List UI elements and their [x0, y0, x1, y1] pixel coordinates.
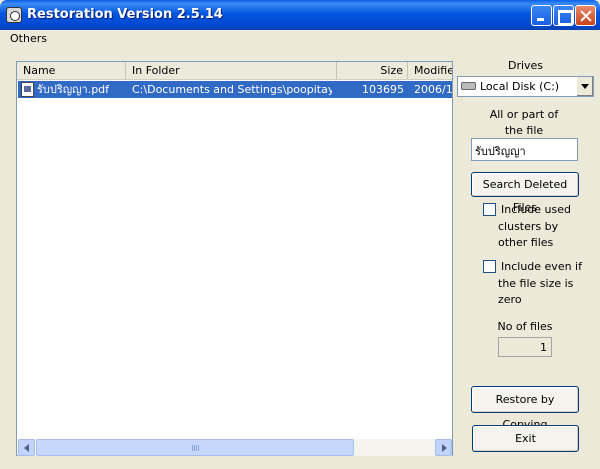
row-size: 103695 — [362, 83, 404, 96]
include-zero-size-label-2: the file size is — [498, 277, 574, 290]
drives-selected-value: Local Disk (C:) — [480, 80, 560, 93]
table-row[interactable]: รับปริญญา.pdf C:\Documents and Settings\… — [18, 81, 452, 98]
deleted-files-list[interactable]: Name In Folder Size Modified รับปริญญา.p… — [16, 61, 453, 456]
title-bar[interactable]: Restoration Version 2.5.14 — [0, 0, 600, 30]
file-count-value: 1 — [498, 337, 552, 357]
search-label-line1: All or part of — [489, 108, 559, 121]
include-used-clusters-checkbox[interactable] — [483, 203, 496, 216]
hard-drive-icon — [461, 82, 476, 90]
include-zero-size-checkbox[interactable] — [483, 260, 496, 273]
column-header-modified[interactable]: Modified — [408, 62, 452, 79]
drives-select[interactable]: Local Disk (C:) — [457, 76, 594, 97]
row-folder: C:\Documents and Settings\poopitaya\... — [132, 83, 332, 96]
include-used-clusters-label-1: Include used — [501, 203, 571, 216]
column-header-size[interactable]: Size — [337, 62, 408, 79]
maximize-button[interactable] — [553, 5, 574, 26]
pdf-file-icon — [21, 82, 34, 97]
search-label-line2: the file — [504, 124, 544, 137]
column-header-folder[interactable]: In Folder — [126, 62, 337, 79]
row-name: รับปริญญา.pdf — [37, 83, 110, 96]
exit-button[interactable]: Exit — [472, 425, 579, 452]
include-zero-size-label-3: zero — [498, 293, 522, 306]
menu-bar: Others — [0, 30, 600, 48]
include-zero-size-label-1: Include even if — [501, 260, 582, 273]
scroll-right-button[interactable] — [435, 439, 452, 456]
file-count-label: No of files — [497, 320, 553, 333]
minimize-button[interactable] — [531, 5, 552, 26]
scrollbar-thumb[interactable] — [36, 439, 354, 456]
dropdown-arrow-icon[interactable] — [576, 77, 593, 96]
include-used-clusters-label-3: other files — [498, 236, 554, 249]
scroll-left-button[interactable] — [18, 439, 35, 456]
drives-label: Drives — [507, 59, 544, 72]
menu-others[interactable]: Others — [10, 32, 47, 45]
filename-search-input[interactable]: รับปริญญา — [471, 138, 578, 161]
window-title: Restoration Version 2.5.14 — [27, 7, 223, 22]
horizontal-scrollbar[interactable] — [18, 439, 452, 456]
list-header: Name In Folder Size Modified — [17, 62, 452, 80]
row-modified: 2006/12 — [414, 83, 452, 96]
include-used-clusters-label-2: clusters by — [498, 220, 559, 233]
close-button[interactable] — [575, 5, 596, 26]
search-deleted-files-button[interactable]: Search Deleted Files — [471, 172, 579, 214]
app-icon[interactable] — [6, 7, 22, 23]
column-header-name[interactable]: Name — [17, 62, 126, 79]
restore-by-copying-button[interactable]: Restore by Copying — [471, 386, 579, 431]
